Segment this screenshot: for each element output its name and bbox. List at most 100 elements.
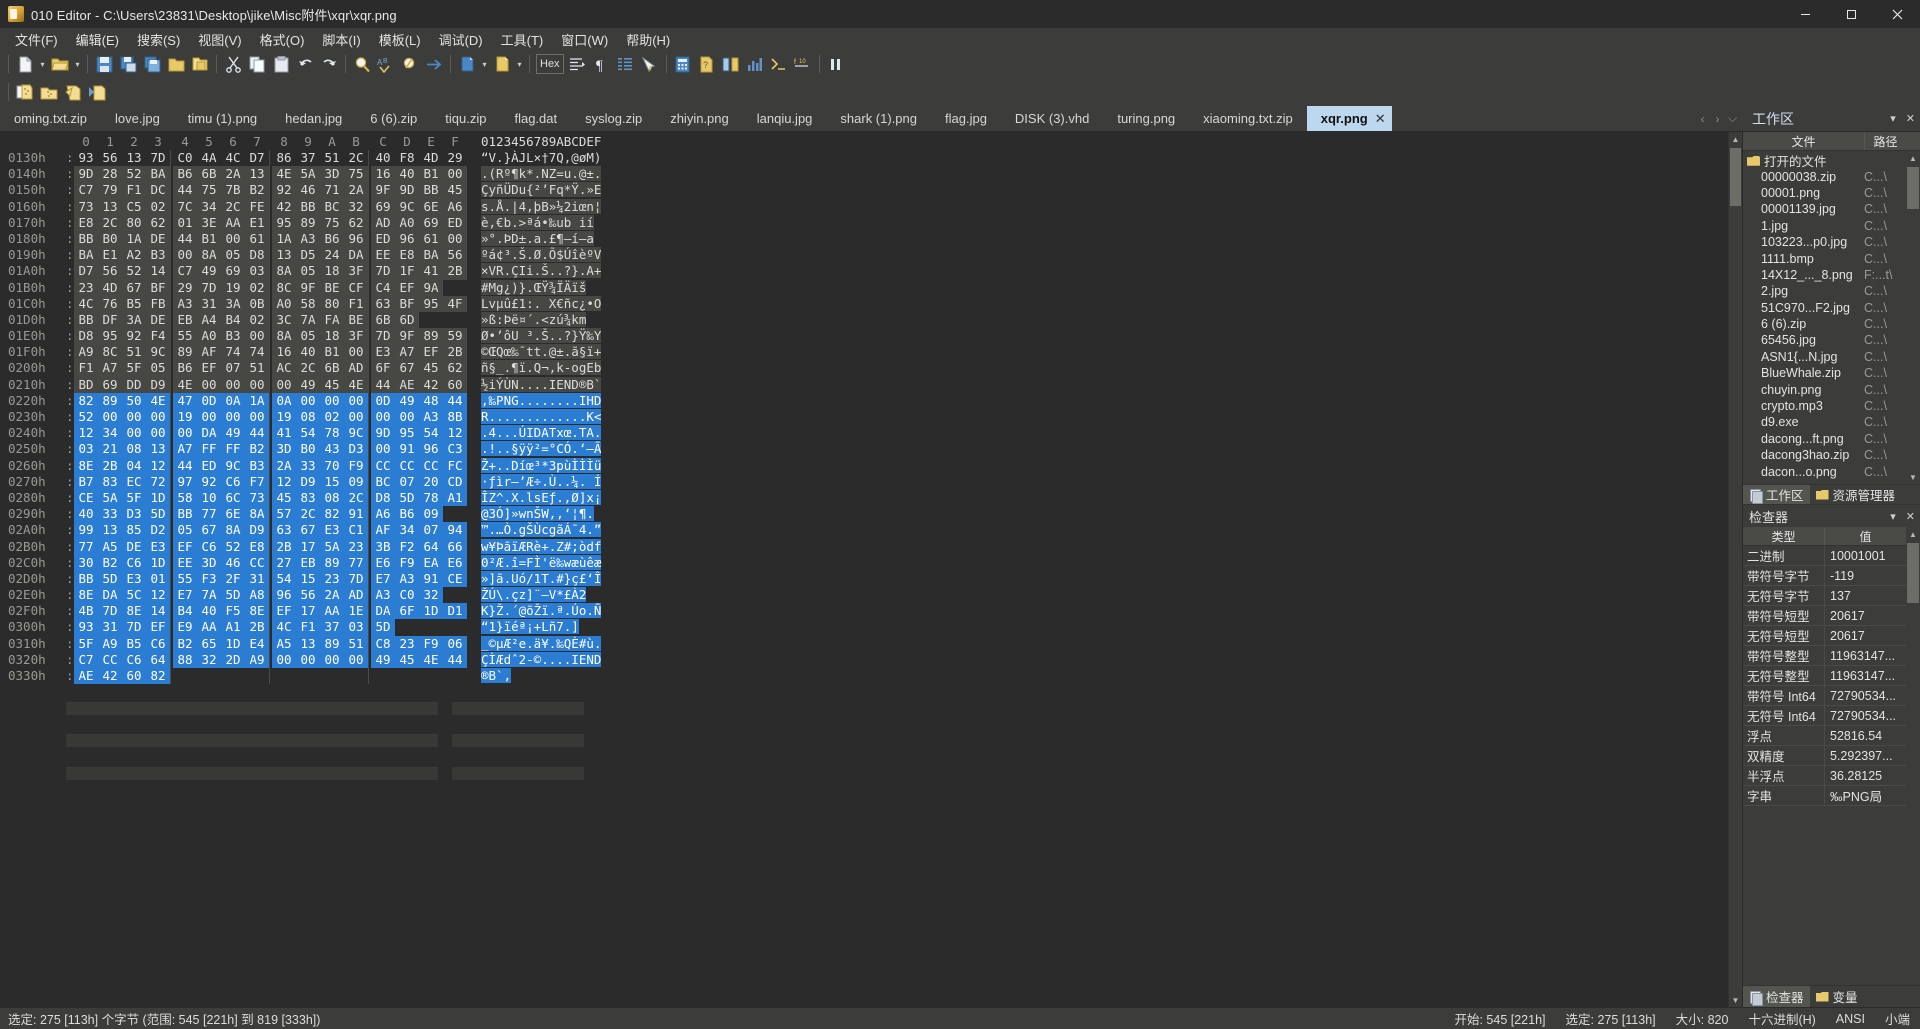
hex-byte[interactable]: DF [98,311,122,329]
hex-byte[interactable]: AA [221,214,245,231]
menu-tools[interactable]: 工具(T) [492,28,553,51]
hex-byte[interactable]: 01 [173,214,197,231]
inspector-scrollbar[interactable]: ▲ [1906,527,1920,985]
hex-byte[interactable]: 5F [122,489,146,507]
tab-xqr-png[interactable]: xqr.png ✕ [1306,106,1392,131]
hex-byte[interactable]: 08 [296,409,320,426]
hex-byte[interactable]: 7D [371,263,395,280]
hex-byte[interactable]: 4A [197,150,221,166]
hex-byte[interactable]: FF [197,441,221,458]
hex-byte[interactable]: 9A [419,279,443,296]
hex-byte[interactable]: 67 [197,522,221,539]
hex-row[interactable]: 0270h: B7 83 EC 72 97 92 C6 F7 12 D9 15 09 BC 07 20 CD ·ƒ… [0,473,1728,490]
hex-byte[interactable]: 05 [296,328,320,345]
hex-byte[interactable]: 55 [173,570,197,588]
hex-byte[interactable]: 12 [443,425,467,442]
hex-byte[interactable]: 3C [272,311,296,329]
hex-byte[interactable]: DA [344,247,368,264]
hex-byte[interactable]: 1A [122,230,146,248]
hex-byte[interactable]: F1 [344,295,368,312]
hex-row[interactable]: 0210h: BD 69 DD D9 4E 00 00 00 00 49 45 4E 44 AE 42 60 ½i… [0,376,1728,393]
hex-byte[interactable]: 13 [98,522,122,539]
hex-byte[interactable]: 9F [395,328,419,345]
hex-byte[interactable]: 75 [320,214,344,231]
tab-lanqiu-jpg[interactable]: lanqiu.jpg [742,106,827,131]
hex-byte[interactable]: 61 [419,230,443,248]
hex-byte[interactable]: A9 [245,651,269,669]
hex-byte[interactable]: 89 [173,344,197,361]
hex-byte[interactable]: A6 [443,198,467,215]
hex-byte[interactable]: D8 [74,328,98,345]
hex-byte[interactable]: 54 [419,425,443,442]
hex-byte[interactable]: 1E [344,603,368,620]
hex-row[interactable]: 0230h:52 00 00 00 19 00 00 00 19 08 02 00 00 00 A3 8B R.… [0,409,1728,426]
paragraph-icon[interactable]: ¶ [590,52,614,76]
hex-byte[interactable]: 0D [197,392,221,410]
hex-byte[interactable]: E3 [320,522,344,539]
hex-byte[interactable]: EA [419,554,443,571]
pause-icon[interactable] [824,52,848,76]
hex-byte[interactable]: 31 [197,295,221,312]
hex-byte[interactable]: FB [146,295,170,312]
hex-byte[interactable]: 2A [320,587,344,604]
menu-view[interactable]: 视图(V) [189,28,250,51]
hex-byte[interactable]: 95 [272,214,296,231]
hex-byte[interactable]: 4E [344,376,368,393]
hex-ascii[interactable]: ®B`‚ [477,668,512,684]
hex-byte[interactable]: 40 [74,506,98,523]
hex-byte[interactable]: EC [122,473,146,490]
hex-byte[interactable]: 52 [122,166,146,183]
hex-byte[interactable]: 00 [344,651,368,669]
hex-row[interactable]: 02E0h:8E DA 5C 12 E7 7A 5D A8 96 56 2A AD A3 C0 32 ŽÚ\… [0,587,1728,604]
script-run-icon[interactable] [767,52,791,76]
hex-byte[interactable]: E8 [74,214,98,231]
hex-byte[interactable]: 00 [98,409,122,426]
hex-byte[interactable]: E3 [371,344,395,361]
minimize-button[interactable] [1782,0,1828,28]
table-row[interactable]: 带符号 Int64 72790534... [1743,686,1906,706]
hex-byte[interactable]: 3E [197,214,221,231]
hex-byte[interactable]: BB [173,506,197,523]
hex-byte[interactable]: 03 [344,619,368,636]
hex-ascii[interactable]: »ß:Þë¤´.<zú¾km [477,311,587,328]
hex-byte[interactable]: 51 [122,344,146,361]
hex-byte[interactable]: 00 [395,409,419,426]
hex-byte[interactable]: 73 [245,489,269,507]
hex-byte[interactable]: 59 [443,328,467,345]
menu-format[interactable]: 格式(O) [251,28,314,51]
hex-byte[interactable]: 7D [146,150,170,166]
hex-byte[interactable]: 00 [296,651,320,669]
hex-byte[interactable]: 78 [320,425,344,442]
hex-byte[interactable]: 77 [74,538,98,555]
hex-byte[interactable]: 00 [371,409,395,426]
hex-byte[interactable]: 80 [122,214,146,231]
hex-byte[interactable]: CC [98,651,122,669]
hex-byte[interactable]: 2C [221,198,245,215]
table-row[interactable]: 半浮点 36.28125 [1743,766,1906,786]
hex-ascii[interactable]: R.............K< [477,409,602,425]
hex-byte[interactable]: CF [344,279,368,296]
hex-byte[interactable]: 5D [395,489,419,507]
hex-byte[interactable]: 8E [74,457,98,474]
hex-ascii[interactable]: Ž+..Díœ³*3pùÌÌÌü [477,457,602,474]
hex-byte[interactable]: D9 [296,473,320,490]
hex-byte[interactable]: 2B [98,457,122,474]
hex-ascii[interactable]: s.Å.|4,þB»¼2iœn¦ [477,198,602,215]
hex-byte[interactable]: CE [443,570,467,588]
new-script-icon[interactable] [13,80,37,104]
hex-byte[interactable]: 44 [443,651,467,669]
hex-byte[interactable]: D7 [245,150,269,166]
hex-row[interactable]: 0190h: BA E1 A2 B3 00 8A 05 D8 13 D5 24 DA EE E8 BA 56 ºá… [0,247,1728,264]
hex-byte[interactable]: D9 [146,376,170,393]
hex-ascii[interactable]: _©µÆ²e.ä¥.‰QÈ#ù. [477,635,602,652]
tab-oming-txt-zip[interactable]: oming.txt.zip [0,106,101,131]
menu-edit[interactable]: 编辑(E) [67,28,128,51]
file-tree-root[interactable]: 打开的文件 [1743,152,1906,169]
hex-byte[interactable]: D3 [122,506,146,523]
hex-byte[interactable]: 4D [98,279,122,296]
open-file-icon[interactable] [164,52,188,76]
hex-byte[interactable]: F1 [74,360,98,377]
hex-byte[interactable]: 86 [272,150,296,166]
hex-byte[interactable]: 44 [371,376,395,393]
hex-byte[interactable]: DC [146,182,170,199]
